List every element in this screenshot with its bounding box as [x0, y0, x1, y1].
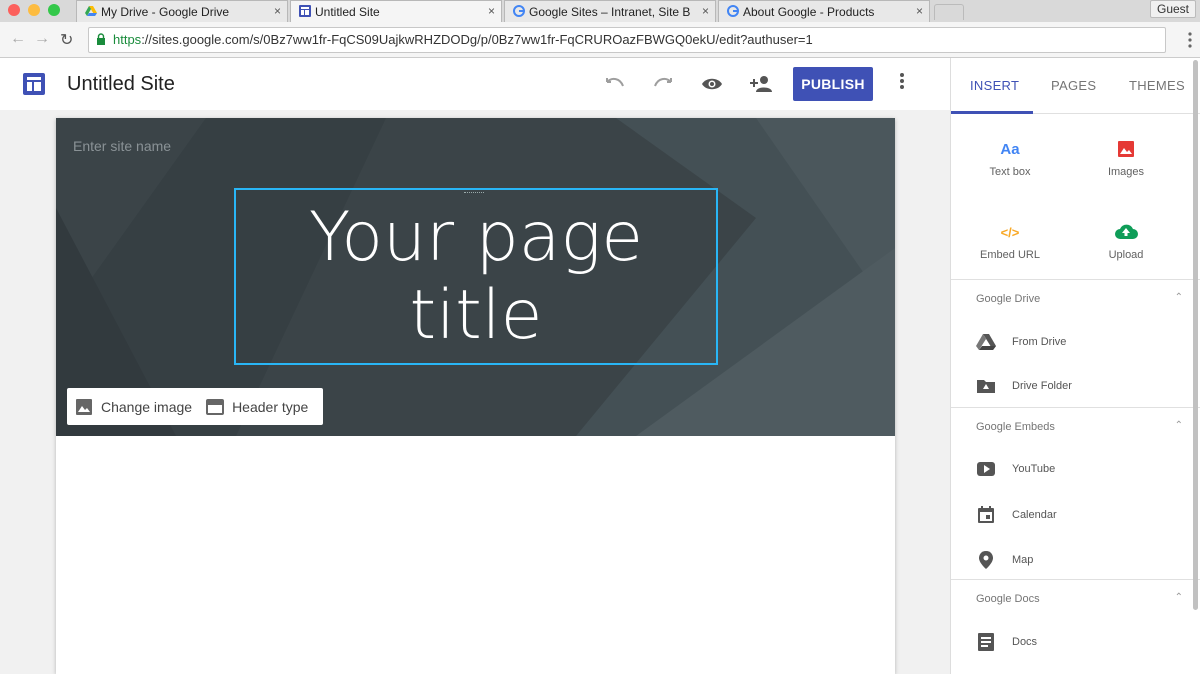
header-banner[interactable]: Enter site name Your page title Change i… [56, 118, 895, 436]
url-scheme: https [113, 32, 142, 47]
calendar-icon [978, 506, 994, 523]
lock-icon [97, 33, 105, 45]
tab-title: Google Sites – Intranet, Site B [529, 4, 691, 19]
item-label: YouTube [1012, 463, 1056, 475]
google-sites-logo-icon[interactable] [22, 72, 46, 96]
banner-toolbar: Change image Header type [67, 388, 323, 425]
tab-close-icon[interactable]: × [916, 4, 923, 18]
redo-icon[interactable] [651, 72, 675, 96]
google-drive-icon [976, 334, 996, 350]
docs-icon [978, 633, 994, 651]
tab-my-drive[interactable]: My Drive - Google Drive × [76, 0, 288, 22]
list-item-docs[interactable]: Docs [976, 633, 1037, 651]
section-google-embeds: Google Embeds ⌃ YouTube Calendar Map [951, 407, 1200, 579]
chevron-up-icon[interactable]: ⌃ [1175, 420, 1183, 431]
chevron-up-icon[interactable]: ⌃ [1175, 592, 1183, 603]
tab-title: About Google - Products [743, 4, 875, 19]
item-label: Calendar [1012, 509, 1057, 521]
insert-images[interactable]: Images [1076, 138, 1176, 178]
chevron-up-icon[interactable]: ⌃ [1175, 292, 1183, 303]
google-g-icon [513, 5, 525, 17]
section-title: Google Drive [976, 293, 1041, 305]
list-item-from-drive[interactable]: From Drive [976, 333, 1066, 351]
active-tab-indicator [951, 111, 1033, 114]
header-type-button[interactable]: Header type [206, 398, 308, 416]
insert-label: Text box [989, 166, 1031, 178]
youtube-icon [977, 462, 995, 476]
tab-about-google[interactable]: About Google - Products × [718, 0, 930, 22]
list-item-map[interactable]: Map [976, 550, 1033, 570]
reload-icon[interactable]: ↻ [60, 30, 73, 50]
google-drive-icon [85, 6, 97, 16]
item-label: From Drive [1012, 336, 1067, 348]
close-window-button[interactable] [8, 4, 20, 16]
code-icon: </> [1000, 224, 1020, 240]
upload-cloud-icon [1076, 221, 1176, 243]
tab-pages[interactable]: PAGES [1051, 78, 1096, 93]
tab-title: My Drive - Google Drive [101, 4, 230, 19]
publish-button[interactable]: PUBLISH [793, 67, 873, 101]
text-box-icon: Aa [1000, 140, 1020, 158]
panel-scrollbar[interactable] [1193, 60, 1198, 610]
change-image-label: Change image [101, 398, 193, 415]
insert-label: Embed URL [980, 249, 1040, 261]
page-title[interactable]: Your page title [266, 198, 686, 355]
item-label: Drive Folder [1012, 380, 1072, 392]
undo-icon[interactable] [603, 72, 627, 96]
back-arrow-icon[interactable]: ← [10, 30, 26, 48]
browser-menu-icon[interactable] [1188, 32, 1192, 48]
page-title-box[interactable]: Your page title [234, 188, 718, 365]
section-google-docs: Google Docs ⌃ Docs [951, 579, 1200, 674]
browser-toolbar: ← → ↻ https://sites.google.com/s/0Bz7ww1… [0, 22, 1200, 58]
browser-tab-bar: My Drive - Google Drive × Untitled Site … [0, 0, 1200, 22]
url-input[interactable]: https://sites.google.com/s/0Bz7ww1fr-FqC… [88, 27, 1166, 53]
list-item-calendar[interactable]: Calendar [976, 506, 1057, 524]
drive-folder-icon [977, 380, 995, 393]
tab-close-icon[interactable]: × [702, 4, 709, 18]
insert-text-box[interactable]: Aa Text box [960, 138, 1060, 179]
tab-title: Untitled Site [315, 4, 380, 19]
tab-themes[interactable]: THEMES [1129, 78, 1185, 93]
side-panel: INSERT PAGES THEMES Aa Text box Images <… [950, 58, 1200, 674]
insert-label: Upload [1108, 249, 1144, 261]
share-add-person-icon[interactable] [750, 72, 774, 96]
change-image-button[interactable]: Change image [75, 398, 192, 416]
list-item-drive-folder[interactable]: Drive Folder [976, 378, 1072, 394]
image-icon [1076, 138, 1176, 160]
tab-insert[interactable]: INSERT [970, 78, 1019, 93]
header-layout-icon [206, 398, 225, 415]
image-icon [76, 398, 92, 415]
maximize-window-button[interactable] [48, 4, 60, 16]
tab-close-icon[interactable]: × [274, 4, 281, 18]
insert-label: Images [1107, 166, 1145, 178]
new-tab-button[interactable] [934, 4, 964, 20]
list-item-youtube[interactable]: YouTube [976, 461, 1055, 477]
insert-upload[interactable]: Upload [1076, 221, 1176, 261]
more-options-icon[interactable] [900, 72, 904, 90]
minimize-window-button[interactable] [28, 4, 40, 16]
section-title: Google Docs [976, 593, 1040, 605]
sites-header: Untitled Site PUBLISH [0, 58, 950, 110]
google-g-icon [727, 5, 739, 17]
item-label: Docs [1012, 636, 1038, 648]
forward-arrow-icon[interactable]: → [34, 30, 50, 48]
tab-google-sites-intranet[interactable]: Google Sites – Intranet, Site B × [504, 0, 716, 22]
preview-eye-icon[interactable] [700, 72, 724, 96]
guest-profile-button[interactable]: Guest [1149, 0, 1196, 18]
google-sites-icon [299, 5, 311, 17]
panel-tabs: INSERT PAGES THEMES [951, 58, 1200, 114]
tab-close-icon[interactable]: × [488, 4, 495, 18]
site-title[interactable]: Untitled Site [67, 73, 175, 96]
section-google-drive: Google Drive ⌃ From Drive Drive Folder [951, 279, 1200, 407]
map-pin-icon [979, 551, 993, 569]
section-title: Google Embeds [976, 421, 1055, 433]
url-path: ://sites.google.com/s/0Bz7ww1fr-FqCS09Ua… [141, 32, 813, 47]
header-type-label: Header type [232, 398, 309, 415]
site-name-input[interactable]: Enter site name [73, 138, 171, 154]
item-label: Map [1012, 554, 1034, 566]
tab-untitled-site[interactable]: Untitled Site × [290, 0, 502, 22]
insert-embed-url[interactable]: </> Embed URL [960, 221, 1060, 262]
